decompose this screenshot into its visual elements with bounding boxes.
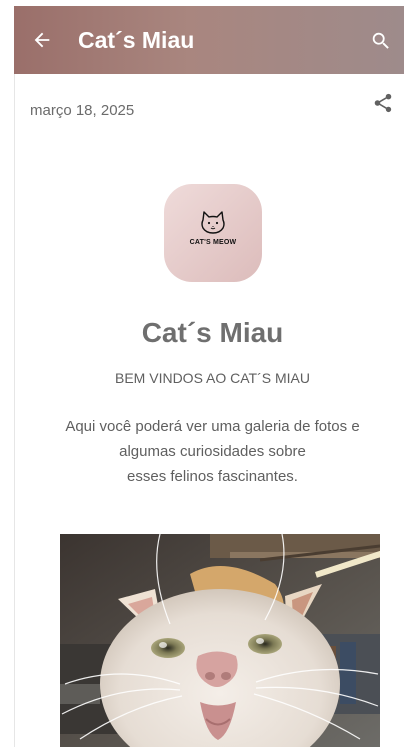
description-line: esses felinos fascinantes. <box>127 468 298 485</box>
post-subtitle: BEM VINDOS AO CAT´S MIAU <box>115 370 310 386</box>
arrow-left-icon <box>34 32 50 48</box>
blog-logo[interactable]: CAT'S MEOW <box>164 184 262 282</box>
logo-text: CAT'S MEOW <box>189 239 237 246</box>
search-icon <box>372 32 389 49</box>
back-button[interactable] <box>28 26 56 54</box>
description-line: algumas curiosidades sobre <box>119 443 306 460</box>
page: Cat´s Miau março 18, 2025 CAT'S MEOW Cat… <box>0 0 404 747</box>
post-description: Aqui você poderá ver uma galeria de foto… <box>14 414 404 489</box>
description-line: Aqui você poderá ver uma galeria de foto… <box>65 418 360 435</box>
search-button[interactable] <box>368 28 394 54</box>
post-title: Cat´s Miau <box>141 317 284 348</box>
cat-photo-illustration <box>60 534 380 747</box>
share-icon <box>374 93 392 113</box>
post-date: março 18, 2025 <box>30 102 135 119</box>
header-title[interactable]: Cat´s Miau <box>78 26 194 54</box>
left-divider <box>14 74 15 747</box>
cat-photo[interactable] <box>60 534 380 747</box>
app-header: Cat´s Miau <box>14 6 404 74</box>
share-button[interactable] <box>371 91 395 115</box>
cat-face-icon <box>201 211 225 234</box>
